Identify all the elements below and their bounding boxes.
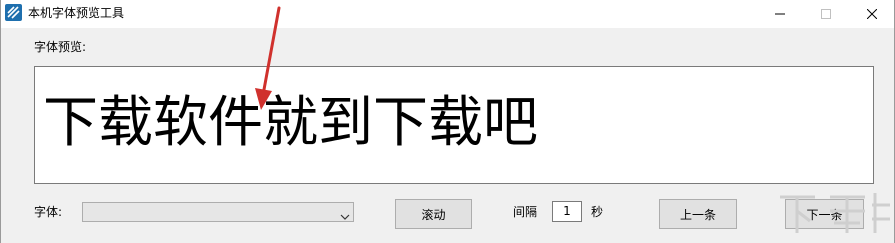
prev-button[interactable]: 上一条	[659, 199, 737, 229]
minimize-icon	[775, 13, 785, 15]
minimize-button[interactable]	[759, 0, 801, 28]
app-icon	[5, 4, 22, 21]
interval-label: 间隔	[513, 205, 538, 219]
interval-input[interactable]: 1	[552, 201, 582, 222]
interval-unit-label: 秒	[591, 205, 604, 219]
preview-box: 下载软件就到下载吧	[34, 66, 874, 184]
close-icon	[867, 9, 877, 19]
chevron-down-icon	[340, 207, 350, 226]
font-select[interactable]	[82, 202, 354, 222]
maximize-icon	[821, 9, 831, 19]
title-bar: 本机字体预览工具	[1, 0, 894, 28]
preview-label: 字体预览:	[34, 40, 87, 54]
close-button[interactable]	[851, 0, 893, 28]
next-button[interactable]: 下一条	[785, 199, 864, 229]
app-window: 本机字体预览工具 字体预览: 下载软件就到下载吧 字体: 滚动 间隔 1 秒 上…	[0, 0, 895, 243]
window-title: 本机字体预览工具	[28, 6, 125, 20]
preview-sample-text: 下载软件就到下载吧	[43, 90, 539, 154]
scroll-button[interactable]: 滚动	[395, 199, 472, 229]
maximize-button[interactable]	[805, 0, 847, 28]
font-label: 字体:	[34, 205, 63, 219]
